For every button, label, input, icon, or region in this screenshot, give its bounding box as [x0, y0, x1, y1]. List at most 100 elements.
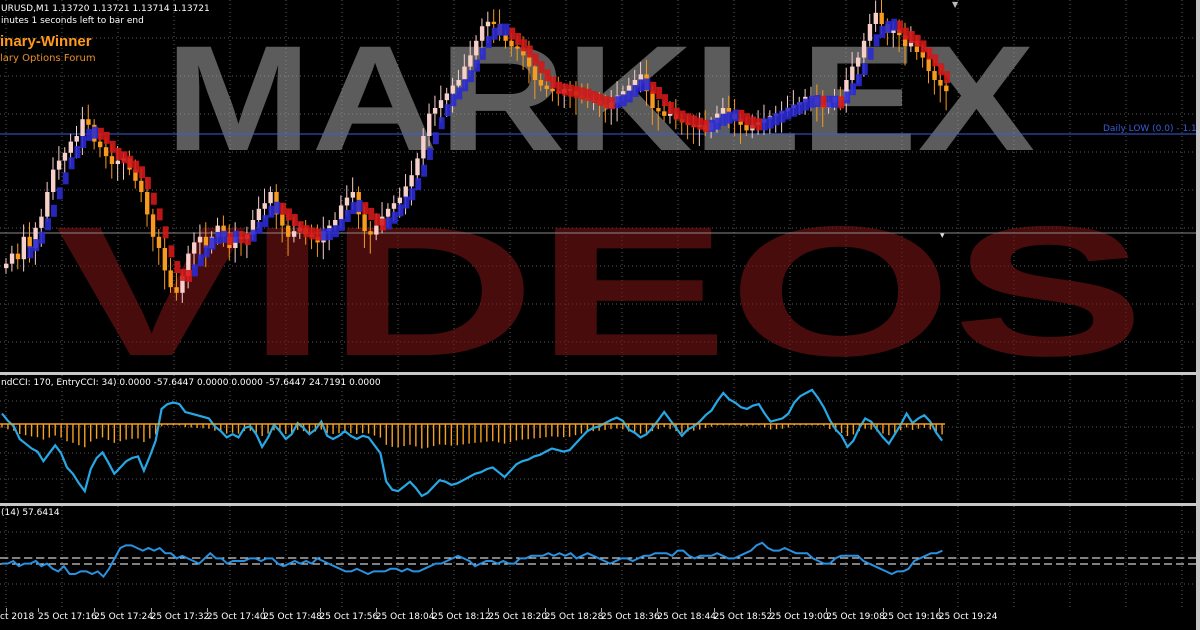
candle-body — [268, 192, 273, 204]
trend-ribbon-segment — [350, 202, 357, 215]
trend-ribbon-segment — [685, 113, 692, 126]
trend-ribbon-segment — [468, 70, 475, 83]
candle-body — [385, 208, 391, 217]
trend-ribbon-segment — [656, 86, 663, 99]
candle-body — [656, 108, 661, 112]
trend-ribbon-segment — [192, 264, 198, 277]
trend-ribbon-segment — [427, 147, 433, 160]
trend-ribbon-segment — [808, 95, 815, 108]
trend-ribbon-segment — [280, 202, 287, 215]
candle-body — [879, 12, 884, 24]
cci-indicator-pane[interactable]: ndCCI: 170, EntryCCI: 34) 0.0000 -57.644… — [0, 375, 1200, 503]
time-tick — [432, 608, 434, 612]
candle-body — [638, 74, 643, 80]
trend-ribbon-segment — [814, 95, 821, 108]
candle-body — [145, 192, 150, 215]
candle-body — [850, 66, 855, 80]
trend-ribbon-segment — [573, 86, 580, 99]
trend-ribbon-segment — [838, 96, 845, 109]
trend-ribbon-segment — [820, 95, 827, 108]
trend-ribbon-segment — [826, 95, 833, 108]
trend-ribbon-segment — [626, 90, 633, 103]
trend-ribbon-segment — [356, 199, 363, 212]
time-tick — [488, 608, 490, 612]
trend-ribbon-segment — [691, 115, 698, 128]
rsi-indicator-pane[interactable]: (14) 57.6414 — [0, 506, 1200, 608]
trend-ribbon-segment — [861, 63, 868, 76]
trend-ribbon-segment — [315, 228, 322, 241]
bar-timer: inutes 1 seconds left to bar end — [1, 16, 144, 26]
candle-body — [468, 55, 473, 67]
trend-ribbon-segment — [227, 233, 234, 246]
trend-ribbon-segment — [844, 91, 851, 104]
candle-body — [256, 208, 262, 220]
time-tick — [263, 608, 265, 612]
price-chart[interactable]: MARKLEXVIDEOS▾ — [0, 0, 1200, 372]
candle-body — [427, 113, 432, 136]
candle-body — [926, 57, 931, 72]
watermark-line2: VIDEOS — [55, 189, 1145, 372]
candle-body — [421, 136, 426, 159]
trend-ribbon-segment — [80, 136, 87, 149]
trend-ribbon-segment — [703, 119, 710, 132]
candle-body — [532, 66, 538, 80]
trend-ribbon-segment — [33, 239, 40, 252]
trend-ribbon-segment — [115, 147, 122, 160]
rsi-line — [2, 541, 943, 579]
rsi-chart[interactable] — [0, 506, 1200, 608]
trend-ribbon-segment — [591, 91, 598, 104]
time-tick — [150, 608, 152, 612]
trend-ribbon-segment — [526, 45, 533, 58]
trend-ribbon-segment — [39, 231, 46, 244]
candle-body — [867, 24, 873, 41]
candle-body — [515, 46, 520, 49]
trend-ribbon-segment — [897, 20, 903, 33]
trend-ribbon-segment — [186, 270, 193, 282]
candle-body — [632, 80, 638, 86]
candle-body — [103, 147, 109, 157]
shift-marker-icon[interactable]: ▼ — [952, 0, 958, 9]
trend-ribbon-segment — [121, 151, 128, 164]
time-tick — [826, 608, 828, 612]
daily-low-label: Daily LOW (0.0) - 1.13785 — [1103, 124, 1200, 134]
trend-ribbon-segment — [944, 71, 950, 84]
cci-chart[interactable] — [0, 375, 1200, 503]
trend-ribbon-segment — [62, 172, 69, 185]
trend-ribbon-segment — [779, 110, 786, 123]
price-scale-edge — [1196, 0, 1200, 630]
trend-ribbon-segment — [485, 36, 492, 49]
main-chart-pane[interactable]: MARKLEX VIDEOS ▾ URUSD,M1 1.13720 1.13721 … — [0, 0, 1200, 372]
candle-body — [391, 203, 397, 209]
candle-body — [86, 119, 91, 125]
trend-ribbon-segment — [850, 83, 856, 96]
trend-ribbon-segment — [603, 96, 610, 109]
trend-ribbon-segment — [374, 213, 381, 226]
trend-ribbon-segment — [855, 74, 862, 87]
cci-label: ndCCI: 170, EntryCCI: 34) 0.0000 -57.644… — [1, 378, 381, 388]
trend-ribbon-segment — [450, 94, 457, 107]
time-axis-label: 25 Oct 19:08 — [826, 612, 885, 622]
trend-ribbon-segment — [221, 230, 228, 243]
trend-ribbon-segment — [568, 84, 574, 97]
time-axis-label: 25 Oct 18:12 — [432, 612, 491, 622]
candle-body — [626, 85, 632, 92]
candle-body — [479, 26, 485, 41]
candle-body — [56, 160, 62, 170]
trend-ribbon-segment — [873, 34, 880, 47]
trend-ribbon-segment — [579, 87, 586, 100]
candle-body — [262, 203, 267, 209]
trend-ribbon-segment — [256, 221, 263, 234]
candle-body — [662, 111, 667, 116]
trend-ribbon-segment — [56, 187, 63, 200]
trend-ribbon-segment — [456, 87, 463, 100]
candle-body — [286, 225, 291, 237]
trend-ribbon-segment — [908, 30, 915, 43]
candle-body — [280, 214, 285, 226]
candle-body — [197, 236, 203, 243]
candle-body — [4, 263, 9, 269]
candle-body — [944, 85, 949, 92]
trend-ribbon-segment — [609, 97, 616, 110]
candle-body — [338, 205, 344, 220]
trend-ribbon-segment — [891, 18, 898, 31]
trend-ribbon-segment — [74, 146, 81, 159]
